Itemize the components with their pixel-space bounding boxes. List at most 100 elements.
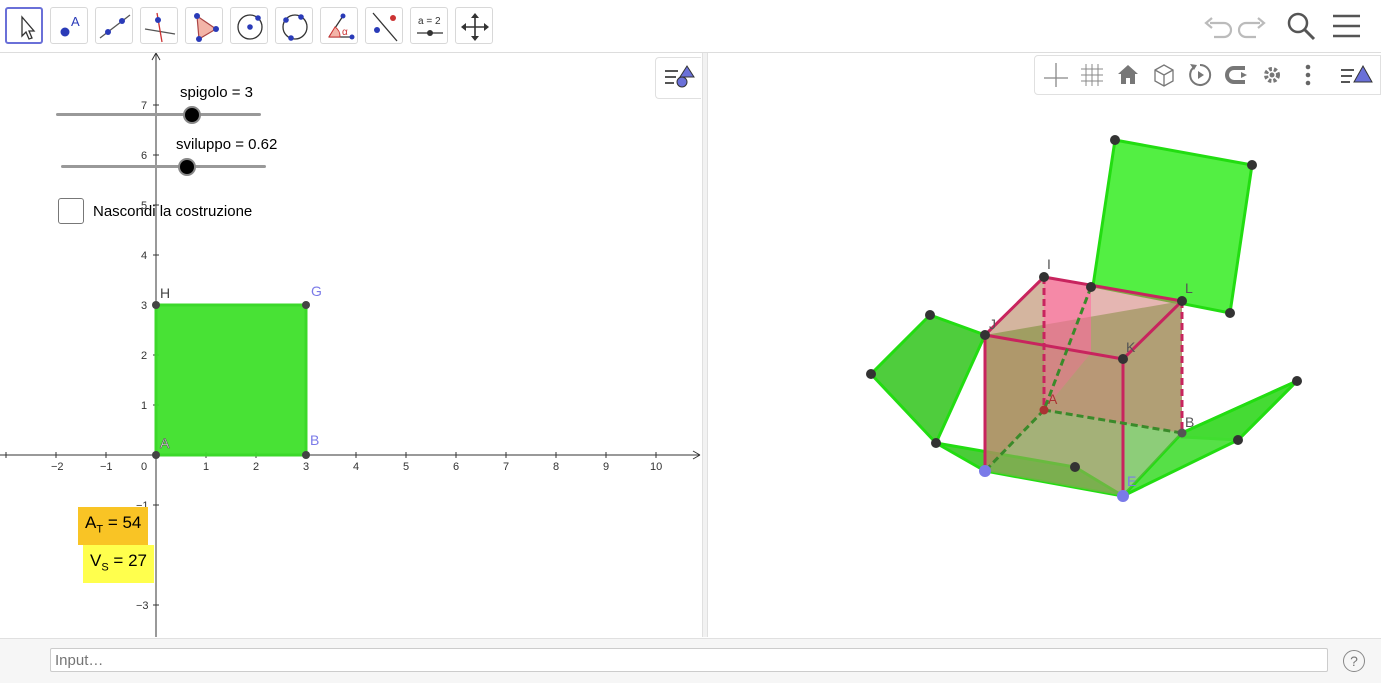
slider-icon: a = 2: [417, 16, 443, 36]
grid-icon: [1081, 64, 1103, 86]
projection-icon: [1225, 66, 1247, 84]
undo-icon: [1204, 17, 1233, 39]
x-tick-label: −2: [51, 461, 64, 473]
undo-button[interactable]: [1200, 9, 1234, 43]
x-tick-label: 5: [403, 461, 409, 473]
x-tick-label: 8: [553, 461, 559, 473]
svg-text:α: α: [342, 27, 348, 38]
net-face-left[interactable]: [868, 313, 988, 446]
x-tick-label: −1: [100, 461, 113, 473]
reflect-about-line-icon: [372, 12, 398, 42]
slider-sviluppo-label: sviluppo = 0.62: [176, 136, 278, 153]
menu-button[interactable]: [1330, 9, 1364, 43]
point-k-label: K: [1126, 339, 1136, 355]
x-tick-label: 4: [353, 461, 359, 473]
svg-text:a = 2: a = 2: [418, 16, 441, 27]
y-tick-label: −3: [136, 600, 149, 612]
home-button[interactable]: [1113, 60, 1143, 90]
point-a-3d-label: A: [1048, 391, 1058, 407]
slider-tool-button[interactable]: a = 2: [410, 7, 448, 44]
point-l-label: L: [1185, 280, 1193, 296]
point-g[interactable]: [302, 301, 310, 309]
search-icon: [1287, 12, 1316, 41]
settings-icon: [1264, 67, 1280, 83]
perpendicular-line-tool-button[interactable]: [140, 7, 178, 44]
style-bar-toggle-icon: [665, 65, 695, 88]
circle-center-point-icon: [237, 14, 263, 40]
style-bar-toggle-3d[interactable]: [1335, 60, 1375, 90]
volume-value: VS = 27: [83, 545, 154, 584]
x-tick-label: 0: [141, 461, 147, 473]
menu-icon: [1333, 14, 1360, 38]
point-blue-left[interactable]: [979, 465, 991, 477]
arrow-cursor-icon: [21, 15, 36, 40]
cube-view-icon: [1154, 64, 1174, 87]
more-options-button[interactable]: [1293, 60, 1323, 90]
x-tick-label: 3: [303, 461, 309, 473]
point-tool-button[interactable]: A: [50, 7, 88, 44]
help-button[interactable]: ?: [1343, 650, 1365, 672]
point-a[interactable]: [152, 451, 160, 459]
x-tick-label: 6: [453, 461, 459, 473]
graphics-view-3d[interactable]: I L J K A B E: [708, 53, 1381, 637]
y-tick-label: 4: [141, 250, 147, 262]
slider-spigolo-knob[interactable]: [183, 106, 201, 124]
total-area-value: AT = 54: [78, 507, 149, 546]
angle-icon: α: [328, 13, 355, 40]
point-b-3d-label: B: [1185, 414, 1194, 430]
line-tool-button[interactable]: [95, 7, 133, 44]
standard-view-button[interactable]: [1149, 60, 1179, 90]
redo-button[interactable]: [1236, 9, 1270, 43]
redo-icon: [1237, 17, 1266, 39]
move-graphics-tool-button[interactable]: [455, 7, 493, 44]
y-tick-label: 2: [141, 350, 147, 362]
net-face-back[interactable]: [1091, 138, 1254, 315]
y-tick-label: 1: [141, 400, 147, 412]
toolbar-3d: [1034, 55, 1381, 95]
point-a-label: A: [160, 435, 170, 451]
projection-button[interactable]: [1221, 60, 1251, 90]
x-tick-label: 2: [253, 461, 259, 473]
polygon-tool-button[interactable]: [185, 7, 223, 44]
more-vert-icon: [1305, 64, 1311, 86]
reflect-tool-button[interactable]: [365, 7, 403, 44]
x-tick-label: 1: [203, 461, 209, 473]
point-h[interactable]: [152, 301, 160, 309]
point-h-label: H: [160, 285, 170, 301]
slider-sviluppo-track[interactable]: [61, 165, 266, 168]
rotate-view-button[interactable]: [1185, 60, 1215, 90]
axes-button[interactable]: [1041, 60, 1071, 90]
point-b[interactable]: [302, 451, 310, 459]
style-bar-toggle-icon: [1341, 64, 1373, 83]
circle-three-points-tool-button[interactable]: [275, 7, 313, 44]
point-icon: A: [60, 14, 80, 37]
x-tick-label: 7: [503, 461, 509, 473]
graphics-view-2d[interactable]: −2 −1 0 1 2 3 4 5 6 7 8 9 10 7 6 5 4 3 2…: [0, 53, 702, 637]
line-through-points-icon: [99, 14, 131, 39]
point-i-label: I: [1047, 256, 1051, 272]
y-tick-label: 7: [141, 100, 147, 112]
style-bar-toggle-2d[interactable]: [655, 57, 701, 99]
point-e-label: E: [1127, 473, 1136, 489]
perpendicular-line-icon: [144, 12, 176, 43]
hide-construction-label: Nascondi la costruzione: [93, 203, 253, 220]
search-button[interactable]: [1284, 9, 1318, 43]
angle-tool-button[interactable]: α: [320, 7, 358, 44]
x-tick-label: 9: [603, 461, 609, 473]
move-tool-button[interactable]: [5, 7, 43, 44]
hide-construction-checkbox[interactable]: [58, 198, 84, 224]
input-bar: ?: [0, 638, 1381, 683]
point-b-label: B: [310, 432, 319, 448]
base-square[interactable]: [154, 303, 308, 457]
circle-three-points-icon: [282, 14, 308, 41]
circle-tool-button[interactable]: [230, 7, 268, 44]
slider-spigolo-track[interactable]: [56, 113, 261, 116]
point-blue-front[interactable]: [1117, 490, 1129, 502]
algebra-input-field[interactable]: [50, 648, 1328, 672]
point-j-label: J: [989, 316, 996, 332]
grid-button[interactable]: [1077, 60, 1107, 90]
slider-sviluppo-knob[interactable]: [178, 158, 196, 176]
graphics-3d-canvas[interactable]: I L J K A B E: [708, 53, 1381, 637]
settings-button[interactable]: [1257, 60, 1287, 90]
home-icon: [1118, 65, 1138, 84]
